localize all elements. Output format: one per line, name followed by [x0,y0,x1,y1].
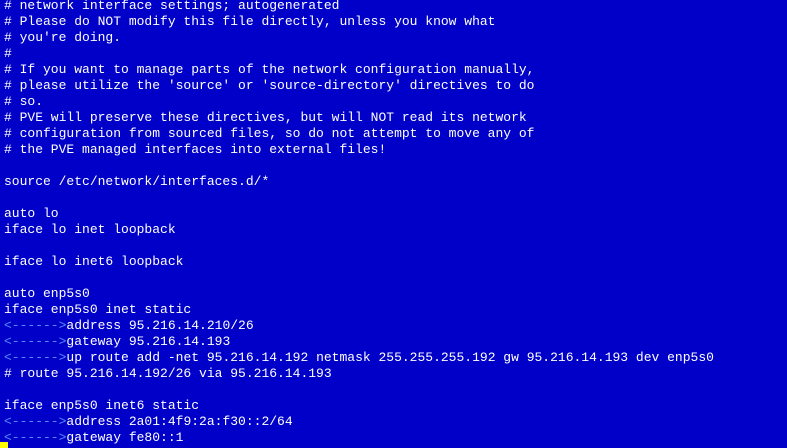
config-line[interactable]: iface enp5s0 inet static [0,302,787,318]
text-cursor [0,442,8,448]
indented-config-line[interactable]: <------>address 2a01:4f9:2a:f30::2/64 [0,414,787,430]
config-line[interactable] [0,158,787,174]
line-text: up route add -net 95.216.14.192 netmask … [66,350,714,365]
config-line[interactable]: # [0,46,787,62]
config-line[interactable] [0,270,787,286]
line-text: # you're doing. [4,30,122,45]
config-line[interactable]: iface lo inet6 loopback [0,254,787,270]
tab-marker: <------> [4,334,67,349]
line-text: iface lo inet loopback [4,222,176,237]
tab-marker: <------> [4,318,67,333]
line-text: source /etc/network/interfaces.d/* [4,174,270,189]
line-text: # [4,46,12,61]
line-text: address 95.216.14.210/26 [66,318,254,333]
line-text: # so. [4,94,44,109]
line-text: address 2a01:4f9:2a:f30::2/64 [66,414,293,429]
line-text: # Please do NOT modify this file directl… [4,14,496,29]
config-line[interactable]: iface enp5s0 inet6 static [0,398,787,414]
config-line[interactable]: # If you want to manage parts of the net… [0,62,787,78]
tab-marker: <------> [4,350,67,365]
config-line[interactable]: # PVE will preserve these directives, bu… [0,110,787,126]
config-line[interactable]: auto enp5s0 [0,286,787,302]
config-line[interactable]: auto lo [0,206,787,222]
line-text: iface enp5s0 inet6 static [4,398,200,413]
line-text: gateway fe80::1 [66,430,184,445]
line-text: # route 95.216.14.192/26 via 95.216.14.1… [4,366,332,381]
terminal-editor[interactable]: # network interface settings; autogenera… [0,0,787,448]
line-text: iface lo inet6 loopback [4,254,184,269]
indented-config-line[interactable]: <------>up route add -net 95.216.14.192 … [0,350,787,366]
line-text: # configuration from sourced files, so d… [4,126,535,141]
indented-config-line[interactable]: <------>gateway fe80::1 [0,430,787,446]
config-line[interactable]: # please utilize the 'source' or 'source… [0,78,787,94]
config-line[interactable]: iface lo inet loopback [0,222,787,238]
config-line[interactable]: source /etc/network/interfaces.d/* [0,174,787,190]
config-line[interactable]: # Please do NOT modify this file directl… [0,14,787,30]
config-line[interactable]: # configuration from sourced files, so d… [0,126,787,142]
config-line[interactable]: # so. [0,94,787,110]
line-text: # please utilize the 'source' or 'source… [4,78,535,93]
indented-config-line[interactable]: <------>gateway 95.216.14.193 [0,334,787,350]
file-content[interactable]: # network interface settings; autogenera… [0,0,787,446]
line-text: # the PVE managed interfaces into extern… [4,142,387,157]
line-text: auto enp5s0 [4,286,90,301]
config-line[interactable]: # route 95.216.14.192/26 via 95.216.14.1… [0,366,787,382]
tab-marker: <------> [4,414,67,429]
line-text: auto lo [4,206,59,221]
config-line[interactable]: # network interface settings; autogenera… [0,0,787,14]
config-line[interactable] [0,238,787,254]
line-text: # network interface settings; autogenera… [4,0,340,13]
config-line[interactable] [0,382,787,398]
config-line[interactable] [0,190,787,206]
tab-marker: <------> [4,430,67,445]
line-text: # PVE will preserve these directives, bu… [4,110,527,125]
config-line[interactable]: # the PVE managed interfaces into extern… [0,142,787,158]
config-line[interactable]: # you're doing. [0,30,787,46]
line-text: gateway 95.216.14.193 [66,334,231,349]
line-text: # If you want to manage parts of the net… [4,62,535,77]
indented-config-line[interactable]: <------>address 95.216.14.210/26 [0,318,787,334]
line-text: iface enp5s0 inet static [4,302,192,317]
